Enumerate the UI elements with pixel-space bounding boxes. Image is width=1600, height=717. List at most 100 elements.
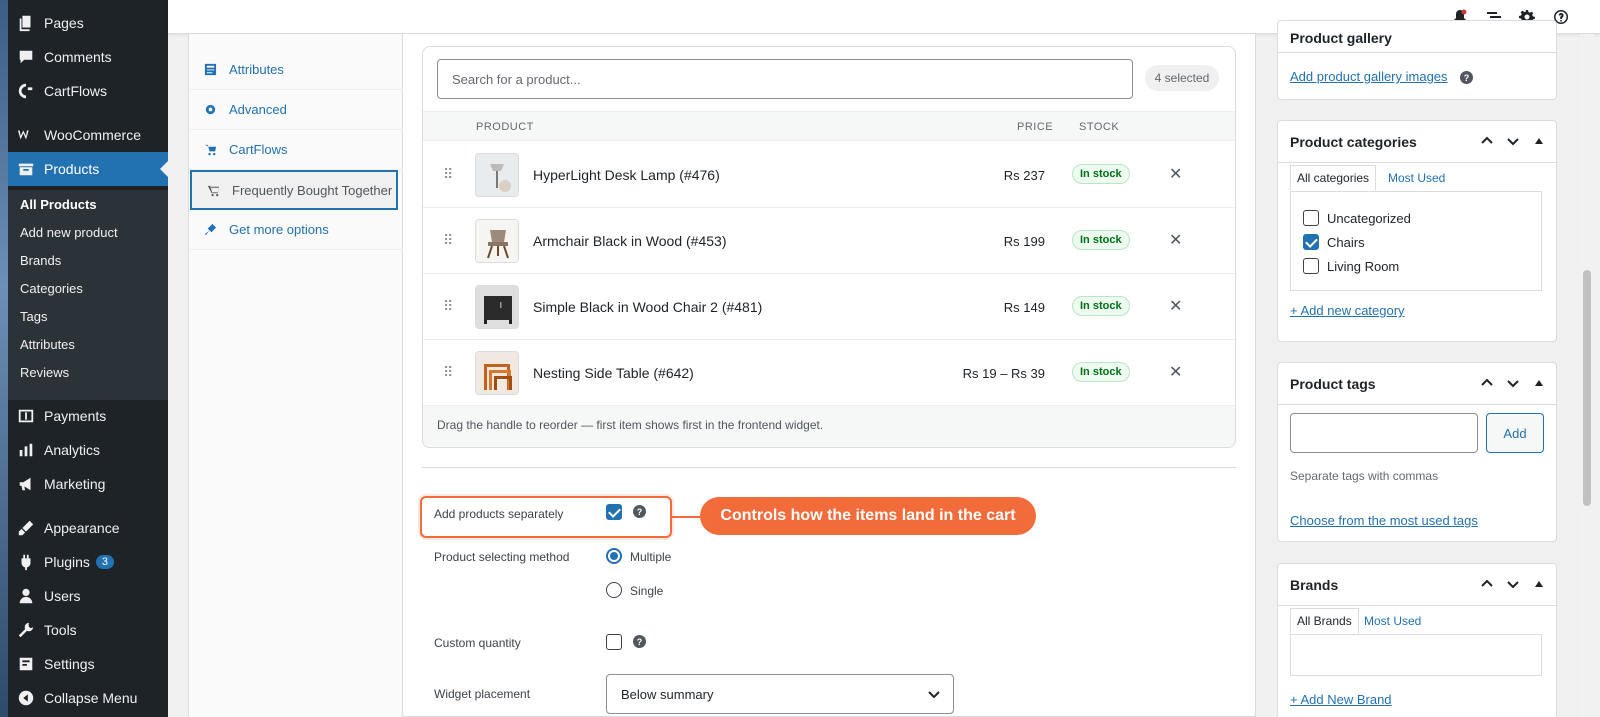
submenu-all-products[interactable]: All Products — [8, 190, 168, 218]
admin-menu: Pages Comments CartFlows WooCommerce Pro… — [8, 0, 168, 717]
desktop-strip — [0, 0, 8, 717]
fbt-products-box: Search for a product... 4 selected PRODU… — [422, 46, 1236, 448]
remove-icon[interactable]: ✕ — [1169, 362, 1182, 382]
product-price: Rs 237 — [1003, 168, 1045, 183]
product-thumbnail — [475, 219, 519, 263]
chevron-up-icon[interactable] — [1480, 376, 1494, 390]
collapse-triangle-icon[interactable] — [1532, 376, 1546, 390]
tab-all-brands[interactable]: All Brands — [1290, 608, 1359, 634]
stock-badge: In stock — [1072, 164, 1130, 184]
custom-quantity-checkbox[interactable] — [606, 634, 622, 650]
scrollbar-thumb[interactable] — [1583, 270, 1591, 506]
tab-most-used[interactable]: Most Used — [1358, 608, 1427, 634]
add-gallery-images-link[interactable]: Add product gallery images — [1290, 69, 1448, 84]
tab-get-more-options[interactable]: Get more options — [189, 210, 403, 250]
tag-input[interactable] — [1290, 413, 1478, 453]
menu-item-plugins[interactable]: Plugins 3 — [8, 545, 168, 579]
submenu-reviews[interactable]: Reviews — [8, 358, 168, 386]
product-gallery-box: Product gallery Add product gallery imag… — [1277, 20, 1557, 100]
tab-attributes[interactable]: Attributes — [189, 50, 403, 90]
menu-item-appearance[interactable]: Appearance — [8, 511, 168, 545]
add-new-brand-link[interactable]: + Add New Brand — [1290, 692, 1392, 707]
tab-frequently-bought-together[interactable]: Frequently Bought Together — [190, 170, 398, 210]
menu-item-woocommerce[interactable]: WooCommerce — [8, 118, 168, 152]
menu-item-marketing[interactable]: Marketing — [8, 467, 168, 501]
submenu-tags[interactable]: Tags — [8, 302, 168, 330]
add-tag-button[interactable]: Add — [1486, 413, 1544, 453]
box-header: Product categories — [1278, 121, 1556, 163]
add-new-category-link[interactable]: + Add new category — [1290, 303, 1405, 318]
remove-icon[interactable]: ✕ — [1169, 230, 1182, 250]
radio-single-label: Single — [630, 584, 664, 598]
category-checkbox[interactable] — [1303, 258, 1319, 274]
remove-icon[interactable]: ✕ — [1169, 164, 1182, 184]
product-name: HyperLight Desk Lamp (#476) — [533, 167, 720, 183]
tab-cartflows[interactable]: CartFlows — [189, 130, 403, 170]
chevron-up-icon[interactable] — [1480, 134, 1494, 148]
chevron-down-icon — [928, 691, 940, 699]
menu-item-users[interactable]: Users — [8, 579, 168, 613]
collapse-triangle-icon[interactable] — [1532, 134, 1546, 148]
tags-help-text: Separate tags with commas — [1290, 469, 1439, 483]
menu-item-comments[interactable]: Comments — [8, 40, 168, 74]
category-checkbox[interactable] — [1303, 234, 1319, 250]
collapse-triangle-icon[interactable] — [1532, 577, 1546, 591]
tab-advanced[interactable]: Advanced — [189, 90, 403, 130]
menu-item-products[interactable]: Products — [8, 152, 168, 186]
product-search-input[interactable]: Search for a product... — [437, 59, 1133, 99]
choose-most-used-tags-link[interactable]: Choose from the most used tags — [1290, 513, 1478, 528]
chevron-up-icon[interactable] — [1480, 577, 1494, 591]
radio-single[interactable] — [606, 582, 622, 598]
drag-handle-icon[interactable]: ⠿ — [443, 365, 453, 379]
menu-item-analytics[interactable]: Analytics — [8, 433, 168, 467]
tab-all-categories[interactable]: All categories — [1290, 165, 1377, 191]
add-separately-checkbox[interactable] — [606, 504, 622, 520]
tab-most-used[interactable]: Most Used — [1382, 165, 1451, 191]
drag-handle-icon[interactable]: ⠿ — [443, 233, 453, 247]
submenu-add-new-product[interactable]: Add new product — [8, 218, 168, 246]
drag-handle-icon[interactable]: ⠿ — [443, 167, 453, 181]
chevron-down-icon[interactable] — [1506, 376, 1520, 390]
attributes-icon — [201, 63, 219, 76]
tools-icon — [8, 621, 44, 639]
product-name: Armchair Black in Wood (#453) — [533, 233, 727, 249]
menu-item-tools[interactable]: Tools — [8, 613, 168, 647]
product-price: Rs 149 — [1003, 300, 1045, 315]
submenu-attributes[interactable]: Attributes — [8, 330, 168, 358]
remove-icon[interactable]: ✕ — [1169, 296, 1182, 316]
column-product: PRODUCT — [476, 121, 534, 133]
help-icon[interactable]: ? — [633, 635, 646, 648]
widget-placement-select[interactable]: Below summary — [606, 674, 954, 714]
box-title: Product categories — [1290, 133, 1417, 150]
woocommerce-icon — [8, 126, 44, 144]
collapse-icon — [8, 689, 44, 707]
menu-item-payments[interactable]: Payments — [8, 399, 168, 433]
brand-checklist — [1290, 634, 1542, 676]
table-row: ⠿ Nesting Side Table (#642) Rs 19 – Rs 3… — [423, 340, 1235, 406]
appearance-icon — [8, 519, 44, 537]
products-table-header: PRODUCT PRICE STOCK — [423, 111, 1235, 141]
product-thumbnail — [475, 285, 519, 329]
comments-icon — [8, 48, 44, 66]
column-price: PRICE — [1017, 121, 1054, 133]
submenu-brands[interactable]: Brands — [8, 246, 168, 274]
stock-badge: In stock — [1072, 230, 1130, 250]
collapse-menu-button[interactable]: Collapse Menu — [8, 681, 168, 715]
help-icon[interactable]: ? — [633, 505, 646, 518]
plugins-icon — [8, 553, 44, 571]
menu-item-pages[interactable]: Pages — [8, 6, 168, 40]
page-scrollbar[interactable] — [1580, 34, 1594, 717]
menu-item-settings[interactable]: Settings — [8, 647, 168, 681]
chevron-down-icon[interactable] — [1506, 577, 1520, 591]
box-header: Product tags — [1278, 363, 1556, 405]
drag-handle-icon[interactable]: ⠿ — [443, 299, 453, 313]
menu-item-cartflows[interactable]: CartFlows — [8, 74, 168, 108]
radio-multiple[interactable] — [606, 548, 622, 564]
add-separately-label: Add products separately — [434, 507, 564, 521]
product-thumbnail — [475, 351, 519, 395]
category-label: Chairs — [1327, 235, 1365, 250]
chevron-down-icon[interactable] — [1506, 134, 1520, 148]
help-icon[interactable]: ? — [1460, 71, 1473, 84]
submenu-categories[interactable]: Categories — [8, 274, 168, 302]
category-checkbox[interactable] — [1303, 210, 1319, 226]
